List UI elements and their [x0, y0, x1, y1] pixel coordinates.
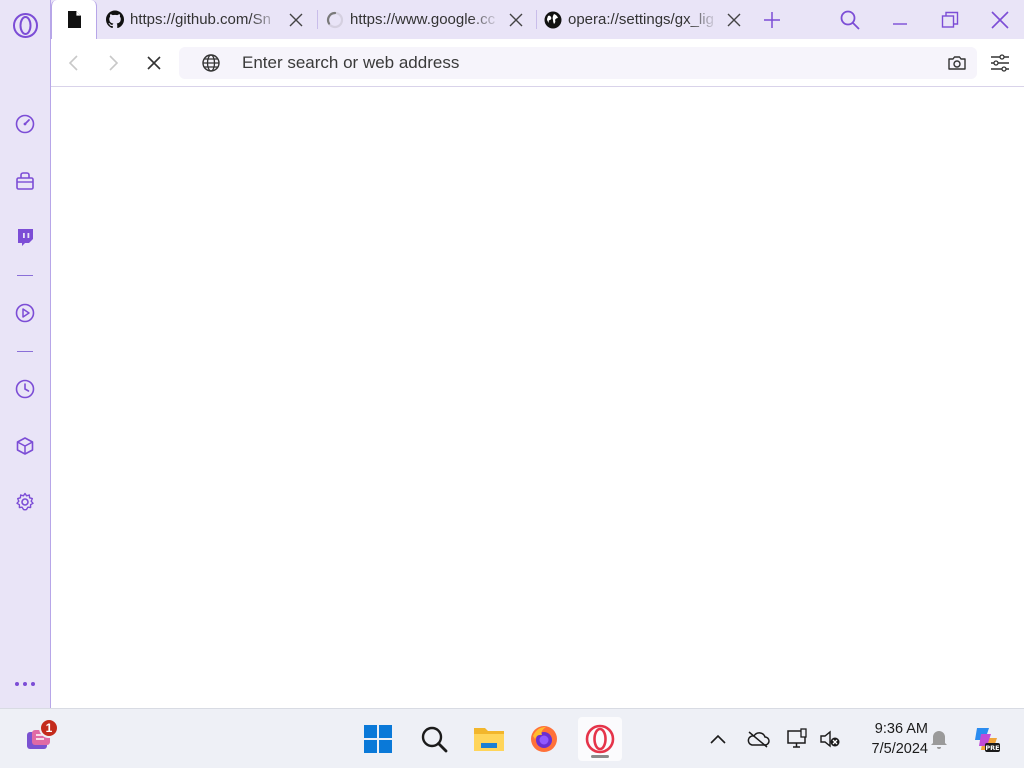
bag-icon[interactable] [13, 169, 37, 193]
speedometer-icon[interactable] [13, 112, 37, 136]
folder-icon[interactable] [467, 717, 511, 761]
tab-active[interactable] [51, 0, 97, 39]
navigation-toolbar [51, 39, 1024, 87]
twitch-icon[interactable] [13, 225, 37, 249]
close-window-button[interactable] [977, 0, 1023, 39]
network-icon[interactable] [786, 727, 810, 751]
windows-taskbar: 1 9:36 AM 7/5/2024 PRE [0, 708, 1024, 768]
close-icon[interactable] [724, 10, 744, 30]
system-clock[interactable]: 9:36 AM 7/5/2024 [852, 719, 928, 759]
opera-icon[interactable] [578, 717, 622, 761]
cube-icon[interactable] [13, 434, 37, 458]
opera-logo-icon[interactable] [12, 12, 39, 39]
bell-icon[interactable] [927, 727, 951, 751]
active-app-indicator [591, 755, 609, 758]
clock-time: 9:36 AM [874, 721, 928, 737]
restore-button[interactable] [927, 0, 973, 39]
sidebar-divider [17, 275, 33, 276]
forward-button[interactable] [101, 51, 125, 75]
address-bar [179, 47, 977, 79]
back-button[interactable] [62, 51, 86, 75]
clock-date: 7/5/2024 [871, 741, 928, 757]
tab-title: https://www.google.cc [350, 11, 496, 28]
search-tabs-button[interactable] [827, 0, 873, 39]
notification-badge: 1 [39, 718, 59, 738]
tab-google[interactable]: https://www.google.cc [326, 0, 526, 39]
globe-icon[interactable] [201, 53, 221, 73]
address-input[interactable] [242, 47, 922, 79]
camera-icon[interactable] [947, 53, 967, 73]
gear-icon[interactable] [13, 490, 37, 514]
more-icon[interactable] [13, 672, 37, 696]
windows-start-icon[interactable] [356, 717, 400, 761]
minimize-button[interactable] [877, 0, 923, 39]
play-circle-icon[interactable] [13, 301, 37, 325]
onedrive-offline-icon[interactable] [746, 727, 770, 751]
firefox-icon[interactable] [522, 717, 566, 761]
tab-strip: https://github.com/Sn https://www.google… [51, 0, 1024, 39]
sidebar-divider [17, 351, 33, 352]
new-tab-button[interactable] [749, 0, 795, 39]
page-content [52, 88, 1024, 708]
stop-loading-button[interactable] [142, 51, 166, 75]
chevron-up-icon[interactable] [706, 727, 730, 751]
volume-muted-icon[interactable] [818, 727, 842, 751]
clock-icon[interactable] [13, 377, 37, 401]
globe-filled-icon [544, 11, 562, 29]
easy-setup-icon[interactable] [989, 52, 1011, 74]
opera-sidebar [0, 0, 51, 708]
tab-separator [536, 10, 537, 29]
tab-separator [317, 10, 318, 29]
copilot-icon[interactable]: PRE [970, 723, 1002, 755]
close-icon[interactable] [286, 10, 306, 30]
svg-text:PRE: PRE [985, 744, 999, 752]
tab-github[interactable]: https://github.com/Sn [106, 0, 306, 39]
tab-opera-settings[interactable]: opera://settings/gx_lig [544, 0, 744, 39]
close-icon[interactable] [506, 10, 526, 30]
page-icon [65, 11, 83, 29]
loading-spinner-icon [326, 11, 344, 29]
search-icon[interactable] [412, 717, 456, 761]
tab-title: https://github.com/Sn [130, 11, 271, 28]
github-icon [106, 10, 124, 29]
tab-title: opera://settings/gx_lig [568, 11, 714, 28]
